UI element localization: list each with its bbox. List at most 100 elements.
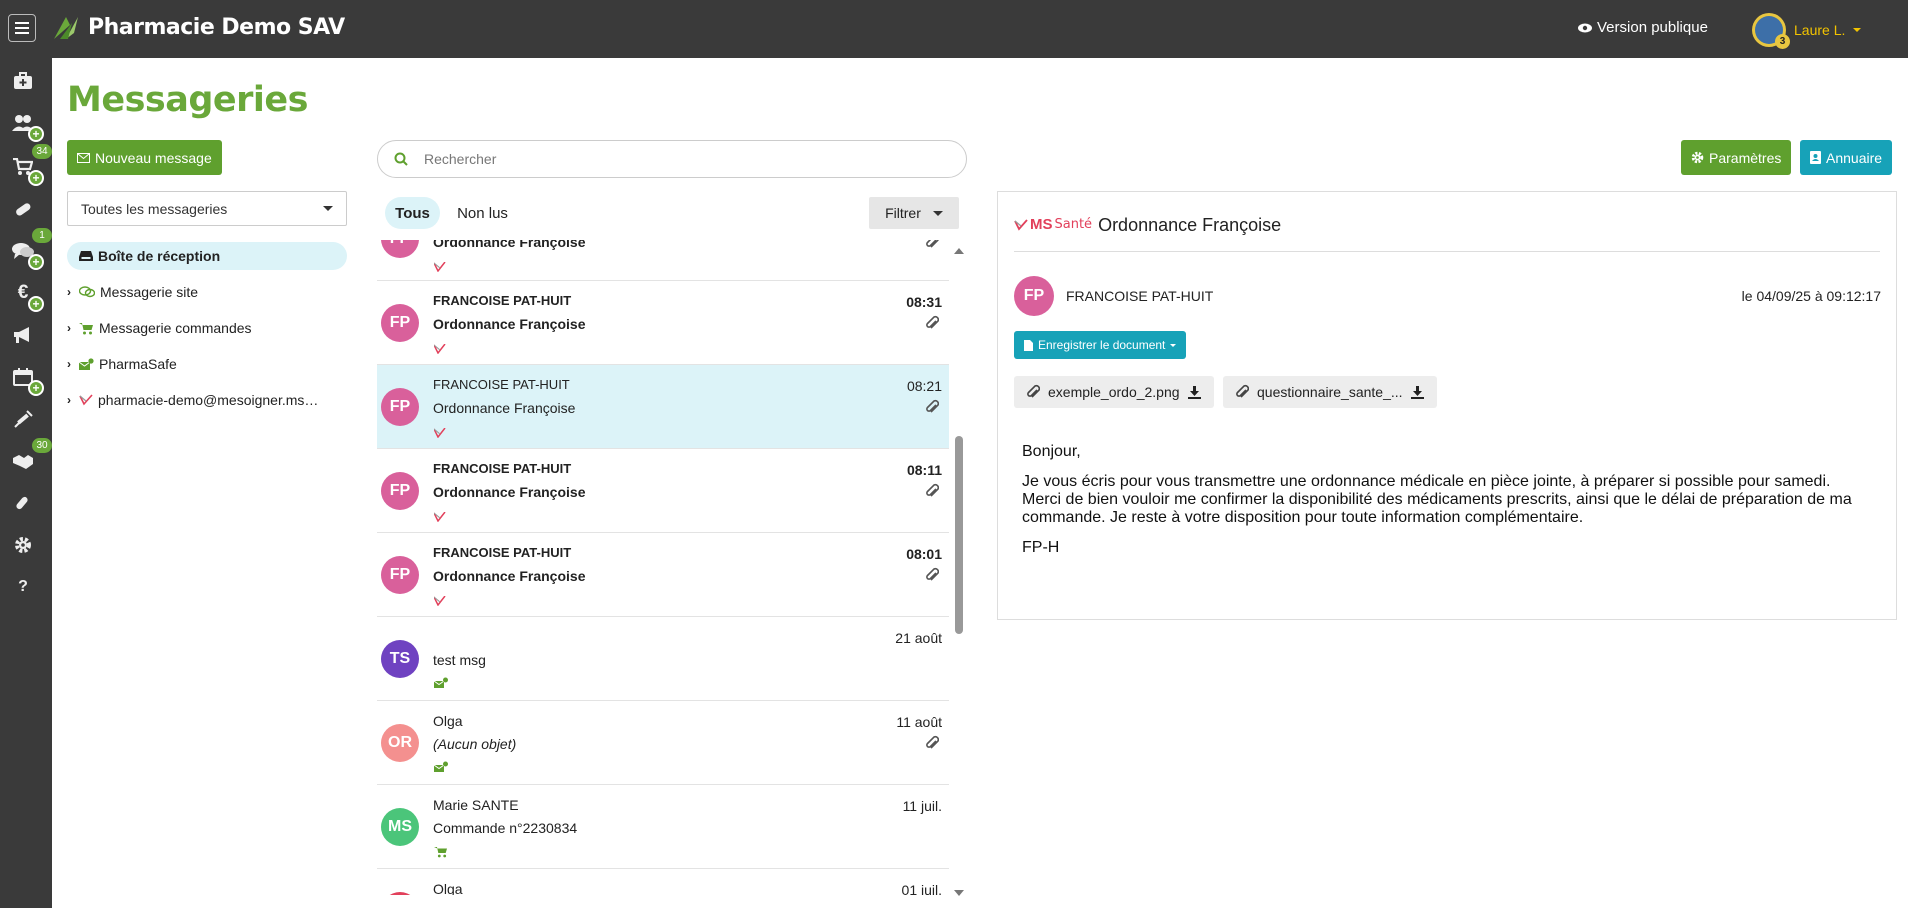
nav-tests[interactable] (8, 490, 38, 516)
user-name: Laure L. (1794, 22, 1846, 38)
file-icon (1024, 339, 1033, 351)
partners-count-badge: 30 (32, 438, 52, 453)
attachment-chip[interactable]: questionnaire_sante_... (1223, 376, 1437, 408)
public-version-link[interactable]: Version publique (1578, 19, 1708, 36)
message-row[interactable]: FP FRANCOISE PAT-HUIT Ordonnance Françoi… (377, 449, 949, 533)
caret-down-icon (932, 210, 943, 216)
gear-icon (1691, 151, 1704, 164)
nav-messages[interactable]: + 1 (8, 228, 52, 270)
folder-label: Messagerie site (100, 284, 199, 300)
nav-calendar[interactable]: + (8, 364, 44, 396)
megaphone-icon (14, 327, 29, 343)
caret-down-icon (323, 206, 333, 211)
message-time: 11 août (896, 714, 942, 730)
nav-vaccines[interactable] (8, 406, 38, 432)
paperclip-icon (1027, 384, 1040, 398)
message-list: FP Ordonnance Françoise FP FRANCOISE PAT… (377, 240, 949, 895)
nav-products[interactable] (8, 196, 38, 222)
tab-all[interactable]: Tous (385, 197, 440, 229)
attachment-chip[interactable]: exemple_ordo_2.png (1014, 376, 1214, 408)
scroll-down-arrow-icon[interactable] (954, 890, 964, 896)
message-row[interactable]: MS Marie SANTE Commande n°2230834 11 jui… (377, 785, 949, 869)
mailbox-select[interactable]: Toutes les messageries (67, 191, 347, 226)
folder-label: Messagerie commandes (99, 320, 252, 336)
message-time: 08:31 (906, 294, 942, 310)
folder-pharmasafe[interactable]: › PharmaSafe (67, 346, 347, 382)
add-icon: + (28, 296, 44, 312)
pill-icon (16, 203, 31, 216)
sender-avatar (381, 892, 419, 895)
nav-partners[interactable]: 30 (8, 438, 52, 474)
add-icon: + (28, 380, 44, 396)
nav-settings[interactable] (8, 532, 38, 558)
secure-mail-icon (79, 357, 94, 371)
paperclip-icon (925, 483, 940, 502)
folder-list: Boîte de réception › Messagerie site › M… (67, 242, 347, 418)
parameters-button[interactable]: Paramètres (1681, 140, 1792, 175)
nav-campaigns[interactable] (8, 322, 38, 348)
message-list-scrollbar[interactable] (954, 248, 966, 896)
message-row[interactable]: TS test msg 21 août (377, 617, 949, 701)
folder-order-messages[interactable]: › Messagerie commandes (67, 310, 347, 346)
message-row[interactable]: FP Ordonnance Françoise (377, 240, 949, 281)
folder-label: pharmacie-demo@mesoigner.mss... (98, 392, 323, 408)
hamburger-menu-button[interactable] (8, 14, 36, 42)
search-box (377, 140, 967, 178)
paperclip-icon (925, 399, 940, 418)
new-message-label: Nouveau message (95, 149, 212, 166)
public-version-label: Version publique (1597, 19, 1708, 36)
folder-label: PharmaSafe (99, 356, 177, 372)
message-sender: FRANCOISE PAT-HUIT (433, 461, 572, 476)
folder-inbox[interactable]: Boîte de réception (67, 242, 347, 270)
message-sender: FRANCOISE PAT-HUIT (433, 545, 572, 560)
hamburger-icon (15, 22, 29, 34)
sender-avatar: FP (381, 472, 419, 510)
download-icon[interactable] (1410, 385, 1424, 399)
inbox-icon (79, 250, 93, 262)
paperclip-icon (925, 735, 940, 754)
message-detail-sender: FRANCOISE PAT-HUIT (1066, 288, 1214, 304)
message-time: 11 juil. (902, 798, 942, 814)
message-row[interactable]: Olga 01 juil. (377, 869, 949, 895)
message-sender: Olga (433, 881, 463, 895)
tab-unread[interactable]: Non lus (450, 197, 515, 229)
folder-mssante[interactable]: › pharmacie-demo@mesoigner.mss... (67, 382, 347, 418)
save-document-label: Enregistrer le document (1038, 338, 1166, 352)
sender-avatar: FP (381, 240, 419, 258)
new-message-button[interactable]: Nouveau message (67, 140, 222, 175)
search-input[interactable] (424, 151, 924, 167)
message-row-selected[interactable]: FP FRANCOISE PAT-HUIT Ordonnance Françoi… (377, 365, 949, 449)
message-body: Bonjour, Je vous écris pour vous transme… (1022, 443, 1872, 569)
user-menu[interactable]: 3 Laure L. (1752, 13, 1862, 49)
pharmasafe-source-icon (433, 676, 449, 692)
paperclip-icon (925, 315, 940, 334)
nav-pharmacy[interactable] (8, 68, 38, 94)
chevron-right-icon: › (67, 393, 71, 407)
user-badge: 3 (1775, 34, 1790, 49)
message-sender: FRANCOISE PAT-HUIT (433, 377, 570, 392)
message-subject: Ordonnance Françoise (433, 316, 586, 332)
nav-finance[interactable]: € + (8, 280, 44, 312)
scroll-thumb[interactable] (955, 436, 963, 634)
nav-patients[interactable]: + (8, 110, 44, 142)
message-row[interactable]: OR Olga (Aucun objet) 11 août (377, 701, 949, 785)
mssante-logo: MS Santé (1014, 216, 1092, 233)
gear-icon (15, 537, 31, 553)
app-logo[interactable]: Pharmacie Demo SAV (52, 13, 345, 41)
message-time: 08:11 (906, 462, 942, 478)
scroll-up-arrow-icon[interactable] (954, 248, 964, 254)
nav-orders[interactable]: + 34 (8, 144, 52, 186)
message-subject: Ordonnance Françoise (433, 484, 586, 500)
filter-button[interactable]: Filtrer (869, 197, 959, 229)
save-document-button[interactable]: Enregistrer le document (1014, 331, 1187, 359)
chat-bubbles-icon (79, 286, 95, 298)
message-row[interactable]: FP FRANCOISE PAT-HUIT Ordonnance Françoi… (377, 281, 949, 365)
mssante-source-icon (433, 341, 446, 357)
message-signature: FP-H (1022, 539, 1060, 556)
folder-site-messages[interactable]: › Messagerie site (67, 274, 347, 310)
message-row[interactable]: FP FRANCOISE PAT-HUIT Ordonnance Françoi… (377, 533, 949, 617)
directory-button[interactable]: Annuaire (1800, 140, 1893, 175)
download-icon[interactable] (1187, 385, 1201, 399)
user-avatar: 3 (1752, 13, 1790, 49)
nav-help[interactable]: ? (8, 574, 38, 600)
